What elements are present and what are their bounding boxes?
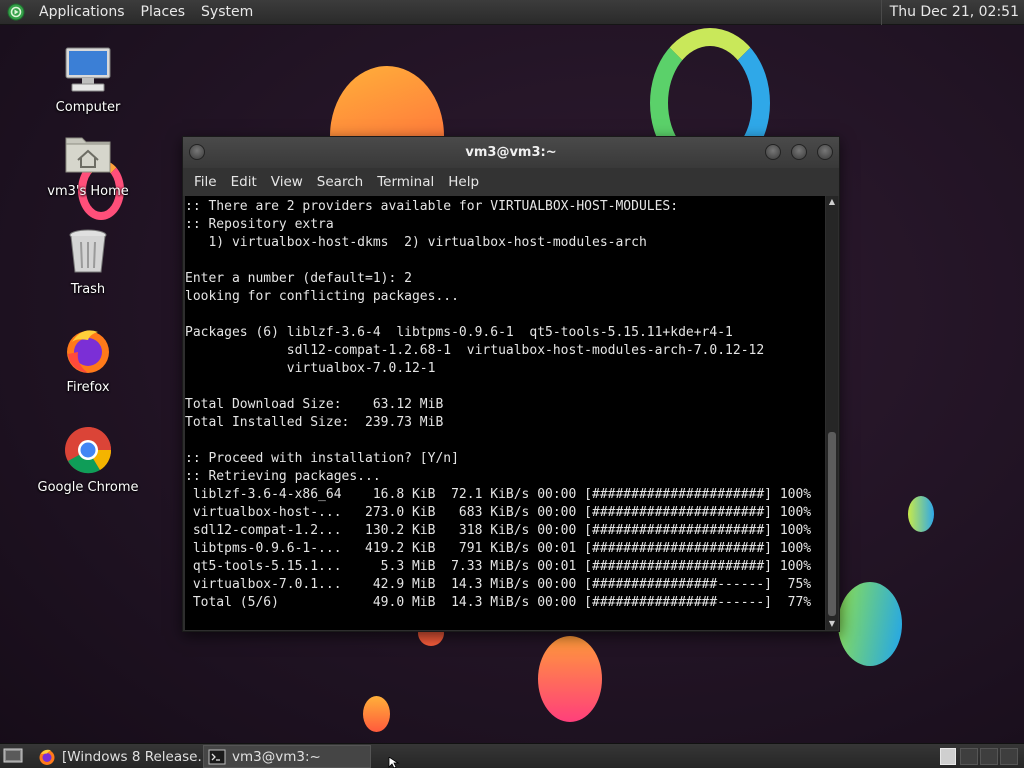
desktop-icon-label: Computer	[55, 100, 121, 115]
terminal-line: looking for conflicting packages...	[185, 289, 459, 304]
menu-help[interactable]: Help	[442, 168, 487, 196]
terminal-window[interactable]: vm3@vm3:~ File Edit View Search Terminal…	[182, 136, 840, 632]
trash-icon	[62, 226, 114, 278]
menu-terminal[interactable]: Terminal	[371, 168, 442, 196]
firefox-icon	[38, 748, 56, 766]
clock[interactable]: Thu Dec 21, 02:51	[880, 0, 1019, 25]
scroll-down-arrow-icon[interactable]: ▼	[826, 618, 838, 630]
terminal-icon	[208, 748, 226, 766]
maximize-button[interactable]	[791, 144, 807, 160]
desktop-icon-label: Google Chrome	[37, 480, 139, 495]
terminal-line: liblzf-3.6-4-x86_64 16.8 KiB 72.1 KiB/s …	[185, 487, 812, 502]
desktop-icon-chrome[interactable]: Google Chrome	[33, 424, 143, 495]
workspace-switcher[interactable]	[960, 748, 978, 765]
terminal-line: sdl12-compat-1.2.68-1 virtualbox-host-mo…	[185, 343, 765, 358]
home-folder-icon	[62, 128, 114, 180]
workspace-switcher[interactable]	[940, 748, 956, 765]
taskbar-task-label: [Windows 8 Release...	[62, 748, 202, 765]
terminal-output[interactable]: :: There are 2 providers available for V…	[185, 196, 825, 630]
terminal-line: Total (5/6) 49.0 MiB 14.3 MiB/s 00:00 [#…	[185, 595, 812, 610]
terminal-line: virtualbox-7.0.12-1	[185, 361, 436, 376]
taskbar-task-label: vm3@vm3:~	[232, 748, 321, 765]
desktop-icon-firefox[interactable]: Firefox	[33, 324, 143, 395]
window-title: vm3@vm3:~	[465, 145, 557, 160]
scroll-up-arrow-icon[interactable]: ▲	[826, 196, 838, 208]
terminal-menubar: File Edit View Search Terminal Help	[183, 168, 839, 196]
system-menu[interactable]: System	[193, 0, 261, 25]
terminal-line: 1) virtualbox-host-dkms 2) virtualbox-ho…	[185, 235, 647, 250]
terminal-line: :: Retrieving packages...	[185, 469, 381, 484]
top-panel: Applications Places System Thu Dec 21, 0…	[0, 0, 1024, 25]
show-desktop-icon	[3, 748, 23, 763]
menu-view[interactable]: View	[265, 168, 311, 196]
distro-logo-icon[interactable]	[6, 2, 26, 22]
terminal-line: virtualbox-host-... 273.0 KiB 683 KiB/s …	[185, 505, 812, 520]
show-desktop-button[interactable]	[3, 747, 23, 765]
desktop-icon-trash[interactable]: Trash	[33, 226, 143, 297]
workspace-switcher[interactable]	[980, 748, 998, 765]
terminal-line: sdl12-compat-1.2... 130.2 KiB 318 KiB/s …	[185, 523, 812, 538]
mouse-pointer-icon	[388, 757, 400, 768]
window-titlebar[interactable]: vm3@vm3:~	[183, 137, 839, 168]
terminal-line: :: Repository extra	[185, 217, 334, 232]
places-menu[interactable]: Places	[133, 0, 194, 25]
desktop-icon-label: Firefox	[66, 380, 110, 395]
wallpaper-pink-bubble	[538, 636, 602, 722]
terminal-line: Enter a number (default=1): 2	[185, 271, 412, 286]
chrome-icon	[62, 424, 114, 476]
scrollbar-thumb[interactable]	[828, 432, 836, 616]
applications-menu[interactable]: Applications	[31, 0, 133, 25]
terminal-scrollbar[interactable]: ▲ ▼	[826, 196, 838, 630]
menu-file[interactable]: File	[188, 168, 225, 196]
terminal-line: :: There are 2 providers available for V…	[185, 199, 679, 214]
terminal-line: :: Proceed with installation? [Y/n]	[185, 451, 459, 466]
close-button[interactable]	[817, 144, 833, 160]
taskbar-task-firefox[interactable]: [Windows 8 Release...	[34, 745, 202, 768]
menu-search[interactable]: Search	[311, 168, 371, 196]
taskbar-task-terminal[interactable]: vm3@vm3:~	[203, 745, 371, 768]
minimize-button[interactable]	[765, 144, 781, 160]
bottom-taskbar: [Windows 8 Release... vm3@vm3:~	[0, 743, 1024, 768]
window-menu-button[interactable]	[189, 144, 205, 160]
wallpaper-blue-bubble	[838, 582, 902, 666]
desktop-icon-computer[interactable]: Computer	[33, 44, 143, 115]
desktop-icon-label: vm3's Home	[47, 184, 129, 199]
computer-icon	[62, 44, 114, 96]
terminal-line: qt5-tools-5.15.1... 5.3 MiB 7.33 MiB/s 0…	[185, 559, 812, 574]
terminal-line: Total Download Size: 63.12 MiB	[185, 397, 444, 412]
terminal-line: virtualbox-7.0.1... 42.9 MiB 14.3 MiB/s …	[185, 577, 812, 592]
terminal-line: Total Installed Size: 239.73 MiB	[185, 415, 444, 430]
firefox-icon	[62, 324, 114, 376]
terminal-line: Packages (6) liblzf-3.6-4 libtpms-0.9.6-…	[185, 325, 733, 340]
desktop-icon-home[interactable]: vm3's Home	[33, 128, 143, 199]
menu-edit[interactable]: Edit	[225, 168, 265, 196]
wallpaper-green-bubble	[908, 496, 934, 532]
terminal-line: libtpms-0.9.6-1-... 419.2 KiB 791 KiB/s …	[185, 541, 812, 556]
desktop-icon-label: Trash	[70, 282, 106, 297]
wallpaper-small-orange-bubble	[363, 696, 390, 732]
workspace-switcher[interactable]	[1000, 748, 1018, 765]
